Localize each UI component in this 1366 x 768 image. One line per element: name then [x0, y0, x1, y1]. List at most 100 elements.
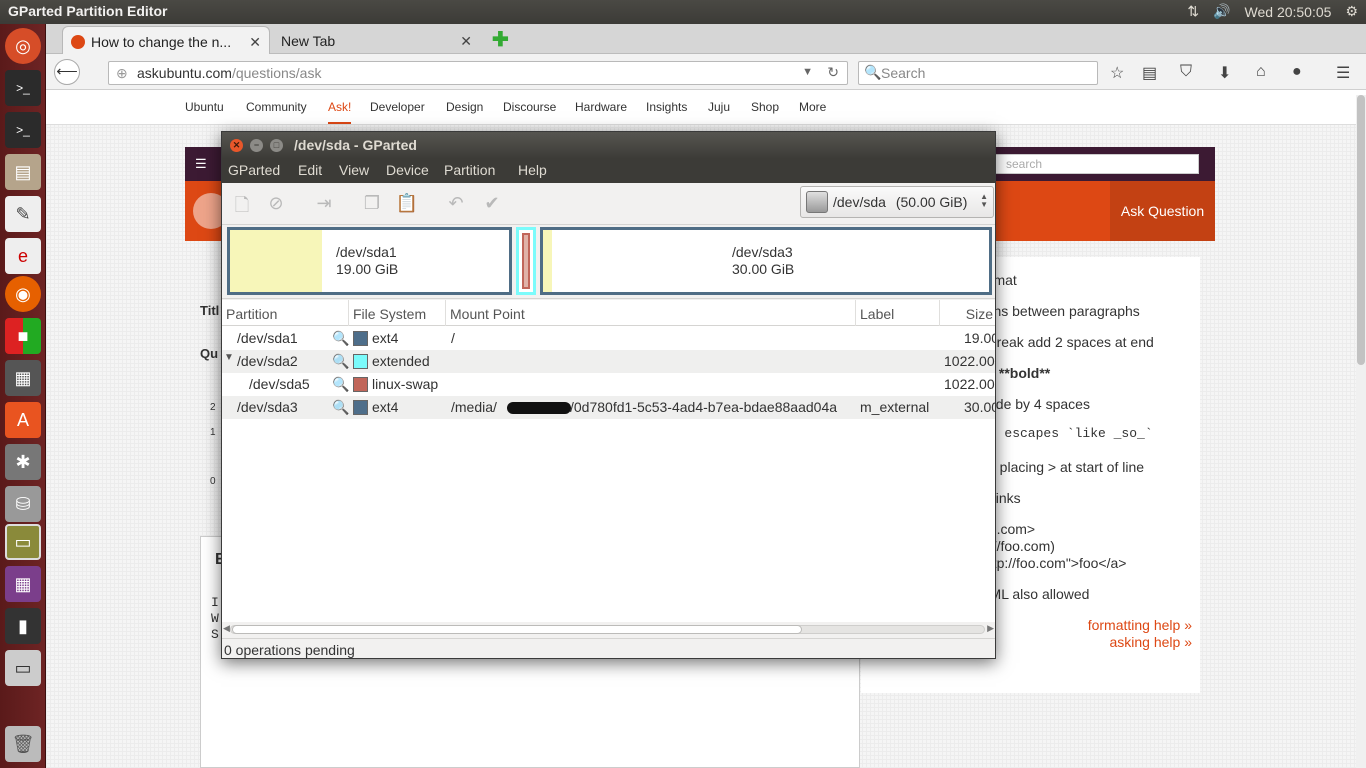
menu-partition[interactable]: Partition: [444, 162, 495, 178]
fs-color-swatch: [353, 377, 368, 392]
tab-askubuntu[interactable]: How to change the n... ✕: [62, 26, 270, 54]
drive-icon[interactable]: ▮: [5, 608, 41, 644]
site-nav-ubuntu[interactable]: Ubuntu: [185, 100, 224, 114]
search-placeholder: Search: [881, 65, 926, 81]
partition-name: /dev/sda2: [237, 353, 298, 369]
new-tab-plus-icon[interactable]: ✚: [492, 27, 509, 52]
home-icon[interactable]: ⌂: [1256, 63, 1266, 81]
resize-move-icon[interactable]: ⇥: [312, 193, 336, 215]
menu-icon[interactable]: ☰: [1336, 63, 1350, 83]
column-label[interactable]: Label: [856, 300, 940, 326]
trash-icon[interactable]: 🗑: [5, 726, 41, 762]
site-nav-community[interactable]: Community: [246, 100, 307, 114]
device-selector[interactable]: /dev/sda (50.00 GiB) ▲ ▼: [800, 186, 994, 218]
window-titlebar[interactable]: ✕ − □ /dev/sda - GParted: [222, 132, 995, 159]
bookmark-star-icon[interactable]: ☆: [1110, 63, 1124, 83]
volume-icon[interactable]: 🔊: [1213, 3, 1230, 20]
clock[interactable]: Wed 20:50:05: [1245, 4, 1332, 20]
partition-name: /dev/sda3: [237, 399, 298, 415]
partition-size: 19.00: [964, 330, 995, 346]
askubuntu-search-input[interactable]: search: [991, 154, 1199, 174]
ask-question-button[interactable]: Ask Question: [1110, 181, 1215, 241]
page-scrollbar[interactable]: [1356, 95, 1366, 768]
site-nav-more[interactable]: More: [799, 100, 826, 114]
asking-help-link[interactable]: asking help »: [1109, 634, 1192, 650]
text-editor-icon[interactable]: ✎: [5, 196, 41, 232]
close-window-icon[interactable]: ✕: [230, 139, 243, 152]
table-row[interactable]: /dev/sda5 🔍 linux-swap 1022.00: [222, 373, 995, 396]
scroll-right-icon[interactable]: ▶: [987, 623, 994, 634]
pocket-icon[interactable]: ⛉: [1180, 63, 1192, 81]
calculator-icon[interactable]: ▦: [5, 360, 41, 396]
chat-icon[interactable]: ●: [1292, 63, 1302, 81]
column-partition[interactable]: Partition: [222, 300, 349, 326]
site-nav-ask[interactable]: Ask!: [328, 100, 352, 124]
column-file-system[interactable]: File System: [349, 300, 446, 326]
minimize-window-icon[interactable]: −: [250, 139, 263, 152]
terminal-icon[interactable]: >_: [5, 70, 41, 106]
menu-gparted[interactable]: GParted: [228, 162, 280, 178]
chrome-icon[interactable]: e: [5, 238, 41, 274]
software-center-icon[interactable]: A: [5, 402, 41, 438]
dropdown-icon[interactable]: ▼: [802, 66, 813, 78]
scrollbar-thumb[interactable]: [232, 625, 802, 634]
site-nav-juju[interactable]: Juju: [708, 100, 730, 114]
stack-menu-icon[interactable]: ☰: [195, 156, 207, 172]
reload-icon[interactable]: ↻: [827, 64, 839, 81]
url-bar[interactable]: ⊕ askubuntu.com/questions/ask ▼ ↻: [108, 61, 848, 85]
table-row[interactable]: /dev/sda3 🔍 ext4 /media/ /0d780fd1-5c53-…: [222, 396, 995, 419]
column-size[interactable]: Size: [940, 300, 995, 326]
table-row[interactable]: ▼ /dev/sda2 🔍 extended 1022.00: [222, 350, 995, 373]
scroll-left-icon[interactable]: ◀: [223, 623, 230, 634]
new-partition-icon[interactable]: 🗋: [230, 193, 254, 215]
terminal-2-icon[interactable]: >_: [5, 112, 41, 148]
site-nav-hardware[interactable]: Hardware: [575, 100, 627, 114]
close-tab-icon[interactable]: ✕: [460, 33, 472, 50]
reading-list-icon[interactable]: ▤: [1142, 63, 1157, 83]
menu-help[interactable]: Help: [518, 162, 547, 178]
expander-icon[interactable]: ▼: [224, 352, 234, 363]
paste-icon[interactable]: 📋: [395, 193, 419, 215]
horizontal-scrollbar[interactable]: ◀ ▶: [222, 622, 995, 636]
menu-view[interactable]: View: [339, 162, 369, 178]
tab-new[interactable]: New Tab ✕: [254, 26, 480, 54]
editor-line: S: [211, 627, 219, 642]
gear-icon[interactable]: ⚙: [1345, 3, 1358, 20]
partition-size: 1022.00: [944, 376, 995, 392]
site-nav-developer[interactable]: Developer: [370, 100, 425, 114]
maximize-window-icon[interactable]: □: [270, 139, 283, 152]
gparted-icon[interactable]: ▭: [5, 524, 41, 560]
removable-drive-icon[interactable]: ▭: [5, 650, 41, 686]
map-partition-sda3[interactable]: /dev/sda3 30.00 GiB: [540, 227, 992, 295]
column-mount-point[interactable]: Mount Point: [446, 300, 856, 326]
site-nav-design[interactable]: Design: [446, 100, 483, 114]
table-row[interactable]: /dev/sda1 🔍 ext4 / 19.00: [222, 327, 995, 350]
site-nav-discourse[interactable]: Discourse: [503, 100, 556, 114]
map-partition-size: 30.00 GiB: [732, 261, 795, 277]
apply-icon[interactable]: ✔: [480, 193, 504, 215]
formatting-help-link[interactable]: formatting help »: [1088, 617, 1192, 633]
office-icon[interactable]: ■: [5, 318, 41, 354]
scrollbar-thumb[interactable]: [1357, 95, 1365, 365]
menu-device[interactable]: Device: [386, 162, 429, 178]
workspaces-icon[interactable]: ▦: [5, 566, 41, 602]
copy-icon[interactable]: ❐: [360, 193, 384, 215]
undo-icon[interactable]: ↶: [444, 193, 468, 215]
download-icon[interactable]: ⬇: [1218, 63, 1231, 83]
site-nav-shop[interactable]: Shop: [751, 100, 779, 114]
map-partition-sda5[interactable]: [522, 233, 530, 289]
network-icon[interactable]: ⇅: [1187, 3, 1199, 20]
map-partition-sda1[interactable]: /dev/sda1 19.00 GiB: [227, 227, 512, 295]
search-input[interactable]: 🔍 Search: [858, 61, 1098, 85]
files-icon[interactable]: ▤: [5, 154, 41, 190]
firefox-icon[interactable]: ◉: [5, 276, 41, 312]
menu-edit[interactable]: Edit: [298, 162, 322, 178]
delete-partition-icon[interactable]: ⊘: [264, 193, 288, 215]
site-nav-insights[interactable]: Insights: [646, 100, 687, 114]
settings-icon[interactable]: ✱: [5, 444, 41, 480]
dash-icon[interactable]: ◎: [5, 28, 41, 64]
back-button[interactable]: ⟵: [54, 59, 80, 85]
map-partition-sda2[interactable]: [516, 227, 536, 295]
disk-utility-icon[interactable]: ⛁: [5, 486, 41, 522]
fs-color-swatch: [353, 331, 368, 346]
